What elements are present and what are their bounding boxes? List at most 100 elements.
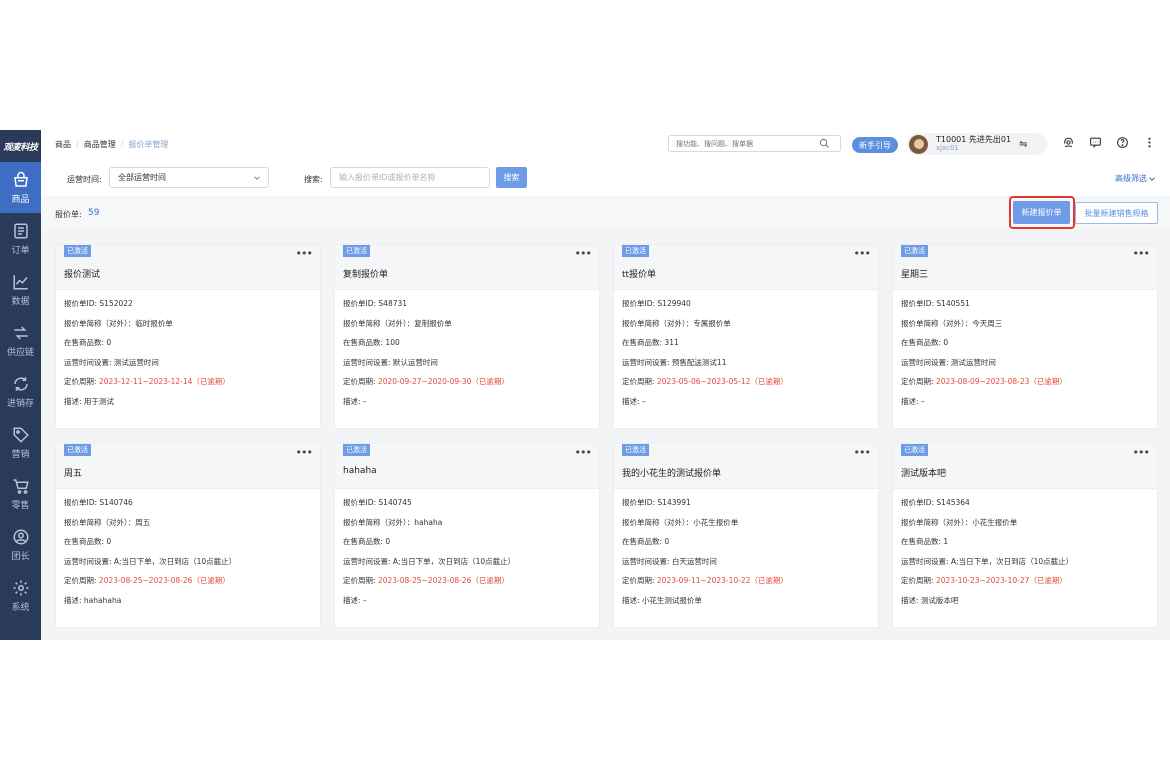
card-period-label: 定价周期: <box>901 377 934 386</box>
search-icon[interactable] <box>819 138 830 149</box>
search-button[interactable]: 搜索 <box>496 167 527 188</box>
breadcrumb-item[interactable]: 商品 <box>55 139 71 150</box>
card-short-name-row: 报价单简称（对外）：今天周三 <box>901 318 1149 338</box>
card-time-setting-row: 运营时间设置: 默认运营时间 <box>343 357 591 377</box>
card-time-setting-label: 运营时间设置: <box>64 556 112 566</box>
card-id-row: 报价单ID: S145364 <box>901 497 1149 517</box>
card-desc-label: 描述: <box>64 595 82 605</box>
card-id-row: 报价单ID: S140746 <box>64 497 312 517</box>
help-icon[interactable] <box>1115 135 1129 149</box>
beginner-guide-button[interactable]: 新手引导 <box>852 137 898 153</box>
chevron-down-icon <box>1149 176 1155 181</box>
advanced-filter-toggle[interactable]: 高级筛选 <box>1115 173 1157 184</box>
card-period-label: 定价周期: <box>622 377 655 386</box>
breadcrumb-separator: / <box>76 139 79 149</box>
card-header: 已激活 hahaha ••• <box>335 444 599 489</box>
card-id-value: S48731 <box>378 299 408 308</box>
card-count-row: 在售商品数: 1 <box>901 536 1149 556</box>
card-title[interactable]: tt报价单 <box>622 267 656 280</box>
sidebar-item-marketing[interactable]: 营销 <box>0 417 41 468</box>
more-horizontal-icon[interactable]: ••• <box>296 446 313 459</box>
quote-card[interactable]: 已激活 星期三 ••• 报价单ID: S140551 报价单简称（对外）：今天周三 在售商… <box>892 244 1158 429</box>
card-short-name-label: 报价单简称（对外）： <box>901 517 973 527</box>
card-id-row: 报价单ID: S152022 <box>64 298 312 318</box>
more-horizontal-icon[interactable]: ••• <box>1133 247 1150 260</box>
card-desc-label: 描述: <box>901 595 919 605</box>
quote-card[interactable]: 已激活 tt报价单 ••• 报价单ID: S129940 报价单简称（对外）：专属报价单… <box>613 244 879 429</box>
customer-service-icon[interactable] <box>1061 135 1075 149</box>
card-time-setting-label: 运营时间设置: <box>622 357 670 367</box>
global-search-input[interactable] <box>669 139 819 148</box>
card-count-label: 在售商品数: <box>64 537 105 546</box>
card-id-row: 报价单ID: S140745 <box>343 497 591 517</box>
card-title[interactable]: 我的小花生的测试报价单 <box>622 466 721 479</box>
card-count-row: 在售商品数: 0 <box>64 536 312 556</box>
user-switcher[interactable]: T10001 先进先出01 xjxc01 ⇋ <box>907 133 1047 155</box>
card-body: 报价单ID: S140746 报价单简称（对外）：周五 在售商品数: 0 运营时间设置… <box>56 489 320 614</box>
quote-card[interactable]: 已激活 周五 ••• 报价单ID: S140746 报价单简称（对外）：周五 在售商品数:… <box>55 443 321 628</box>
card-period-value: 2023-08-09~2023-08-23（已逾期） <box>935 377 1067 386</box>
batch-create-button[interactable]: 批量新建销售规格 <box>1075 202 1158 224</box>
tag-icon <box>13 427 29 443</box>
card-desc-row: 描述: – <box>343 396 591 416</box>
sidebar-item-retail[interactable]: 零售 <box>0 468 41 519</box>
quote-card[interactable]: 已激活 复制报价单 ••• 报价单ID: S48731 报价单简称（对外）：复制报价单在… <box>334 244 600 429</box>
avatar <box>909 134 928 154</box>
time-filter-select[interactable]: 全部运营时间 <box>109 167 269 188</box>
card-title[interactable]: 复制报价单 <box>343 267 388 280</box>
card-time-setting-label: 运营时间设置: <box>343 357 391 367</box>
sidebar-item-orders[interactable]: 订单 <box>0 213 41 264</box>
card-short-name-value: 临时报价单 <box>135 318 173 328</box>
message-icon[interactable] <box>1088 135 1102 149</box>
card-id-label: 报价单ID: <box>64 299 98 308</box>
search-label: 搜索: <box>304 175 323 184</box>
card-short-name-label: 报价单简称（对外）： <box>622 318 694 328</box>
shopping-basket-icon <box>13 171 28 187</box>
sidebar-item-supply-chain[interactable]: 供应链 <box>0 315 41 366</box>
more-horizontal-icon[interactable]: ••• <box>1133 446 1150 459</box>
card-id-label: 报价单ID: <box>901 498 935 507</box>
card-title[interactable]: 测试版本吧 <box>901 466 946 479</box>
status-badge: 已激活 <box>64 245 91 257</box>
quote-card[interactable]: 已激活 测试版本吧 ••• 报价单ID: S145364 报价单简称（对外）：小花生报价… <box>892 443 1158 628</box>
card-time-setting-row: 运营时间设置: A;当日下单，次日到店（10点截止） <box>64 556 312 576</box>
more-horizontal-icon[interactable]: ••• <box>575 247 592 260</box>
sidebar-item-inventory[interactable]: 进销存 <box>0 366 41 417</box>
card-desc-value: 小花生测试报价单 <box>641 595 702 605</box>
card-title[interactable]: 星期三 <box>901 267 928 280</box>
new-quote-button[interactable]: 新建报价单 <box>1013 201 1070 224</box>
quote-card[interactable]: 已激活 hahaha ••• 报价单ID: S140745 报价单简称（对外）：haha… <box>334 443 600 628</box>
card-short-name-value: 小花生报价单 <box>972 517 1018 527</box>
card-title[interactable]: 周五 <box>64 466 82 479</box>
card-period-label: 定价周期: <box>64 377 97 386</box>
card-period-row: 定价周期: 2020-09-27~2020-09-30（已逾期） <box>343 376 591 396</box>
card-title[interactable]: hahaha <box>343 466 377 476</box>
more-horizontal-icon[interactable]: ••• <box>854 446 871 459</box>
more-horizontal-icon[interactable]: ••• <box>854 247 871 260</box>
user-id: xjxc01 <box>936 144 959 152</box>
quote-search-input[interactable]: 输入报价单ID或报价单名称 <box>330 167 490 188</box>
more-horizontal-icon[interactable]: ••• <box>575 446 592 459</box>
cart-icon <box>13 478 29 494</box>
card-id-label: 报价单ID: <box>64 498 98 507</box>
more-vertical-icon[interactable] <box>1142 135 1156 149</box>
card-count-value: 0 <box>106 338 112 347</box>
more-horizontal-icon[interactable]: ••• <box>296 247 313 260</box>
breadcrumb-item[interactable]: 商品管理 <box>84 139 116 150</box>
status-badge: 已激活 <box>622 245 649 257</box>
card-title[interactable]: 报价测试 <box>64 267 100 280</box>
card-time-setting-value: 测试运营时间 <box>950 357 996 367</box>
card-period-label: 定价周期: <box>343 377 376 386</box>
swap-icon[interactable]: ⇋ <box>1019 139 1027 150</box>
quote-card[interactable]: 已激活 报价测试 ••• 报价单ID: S152022 报价单简称（对外）：临时报价单在… <box>55 244 321 429</box>
card-header: 已激活 我的小花生的测试报价单 ••• <box>614 444 878 489</box>
card-time-setting-row: 运营时间设置: A;当日下单，次日到店（10点截止） <box>901 556 1149 576</box>
sidebar-item-system[interactable]: 系统 <box>0 570 41 621</box>
card-count-row: 在售商品数: 0 <box>343 536 591 556</box>
sidebar-item-goods[interactable]: 商品 <box>0 162 41 213</box>
quote-card[interactable]: 已激活 我的小花生的测试报价单 ••• 报价单ID: S143991 报价单简称（对外）… <box>613 443 879 628</box>
time-filter-label: 运营时间: <box>67 175 102 184</box>
card-id-value: S140745 <box>378 498 412 507</box>
sidebar-item-leader[interactable]: 团长 <box>0 519 41 570</box>
sidebar-item-data[interactable]: 数据 <box>0 264 41 315</box>
